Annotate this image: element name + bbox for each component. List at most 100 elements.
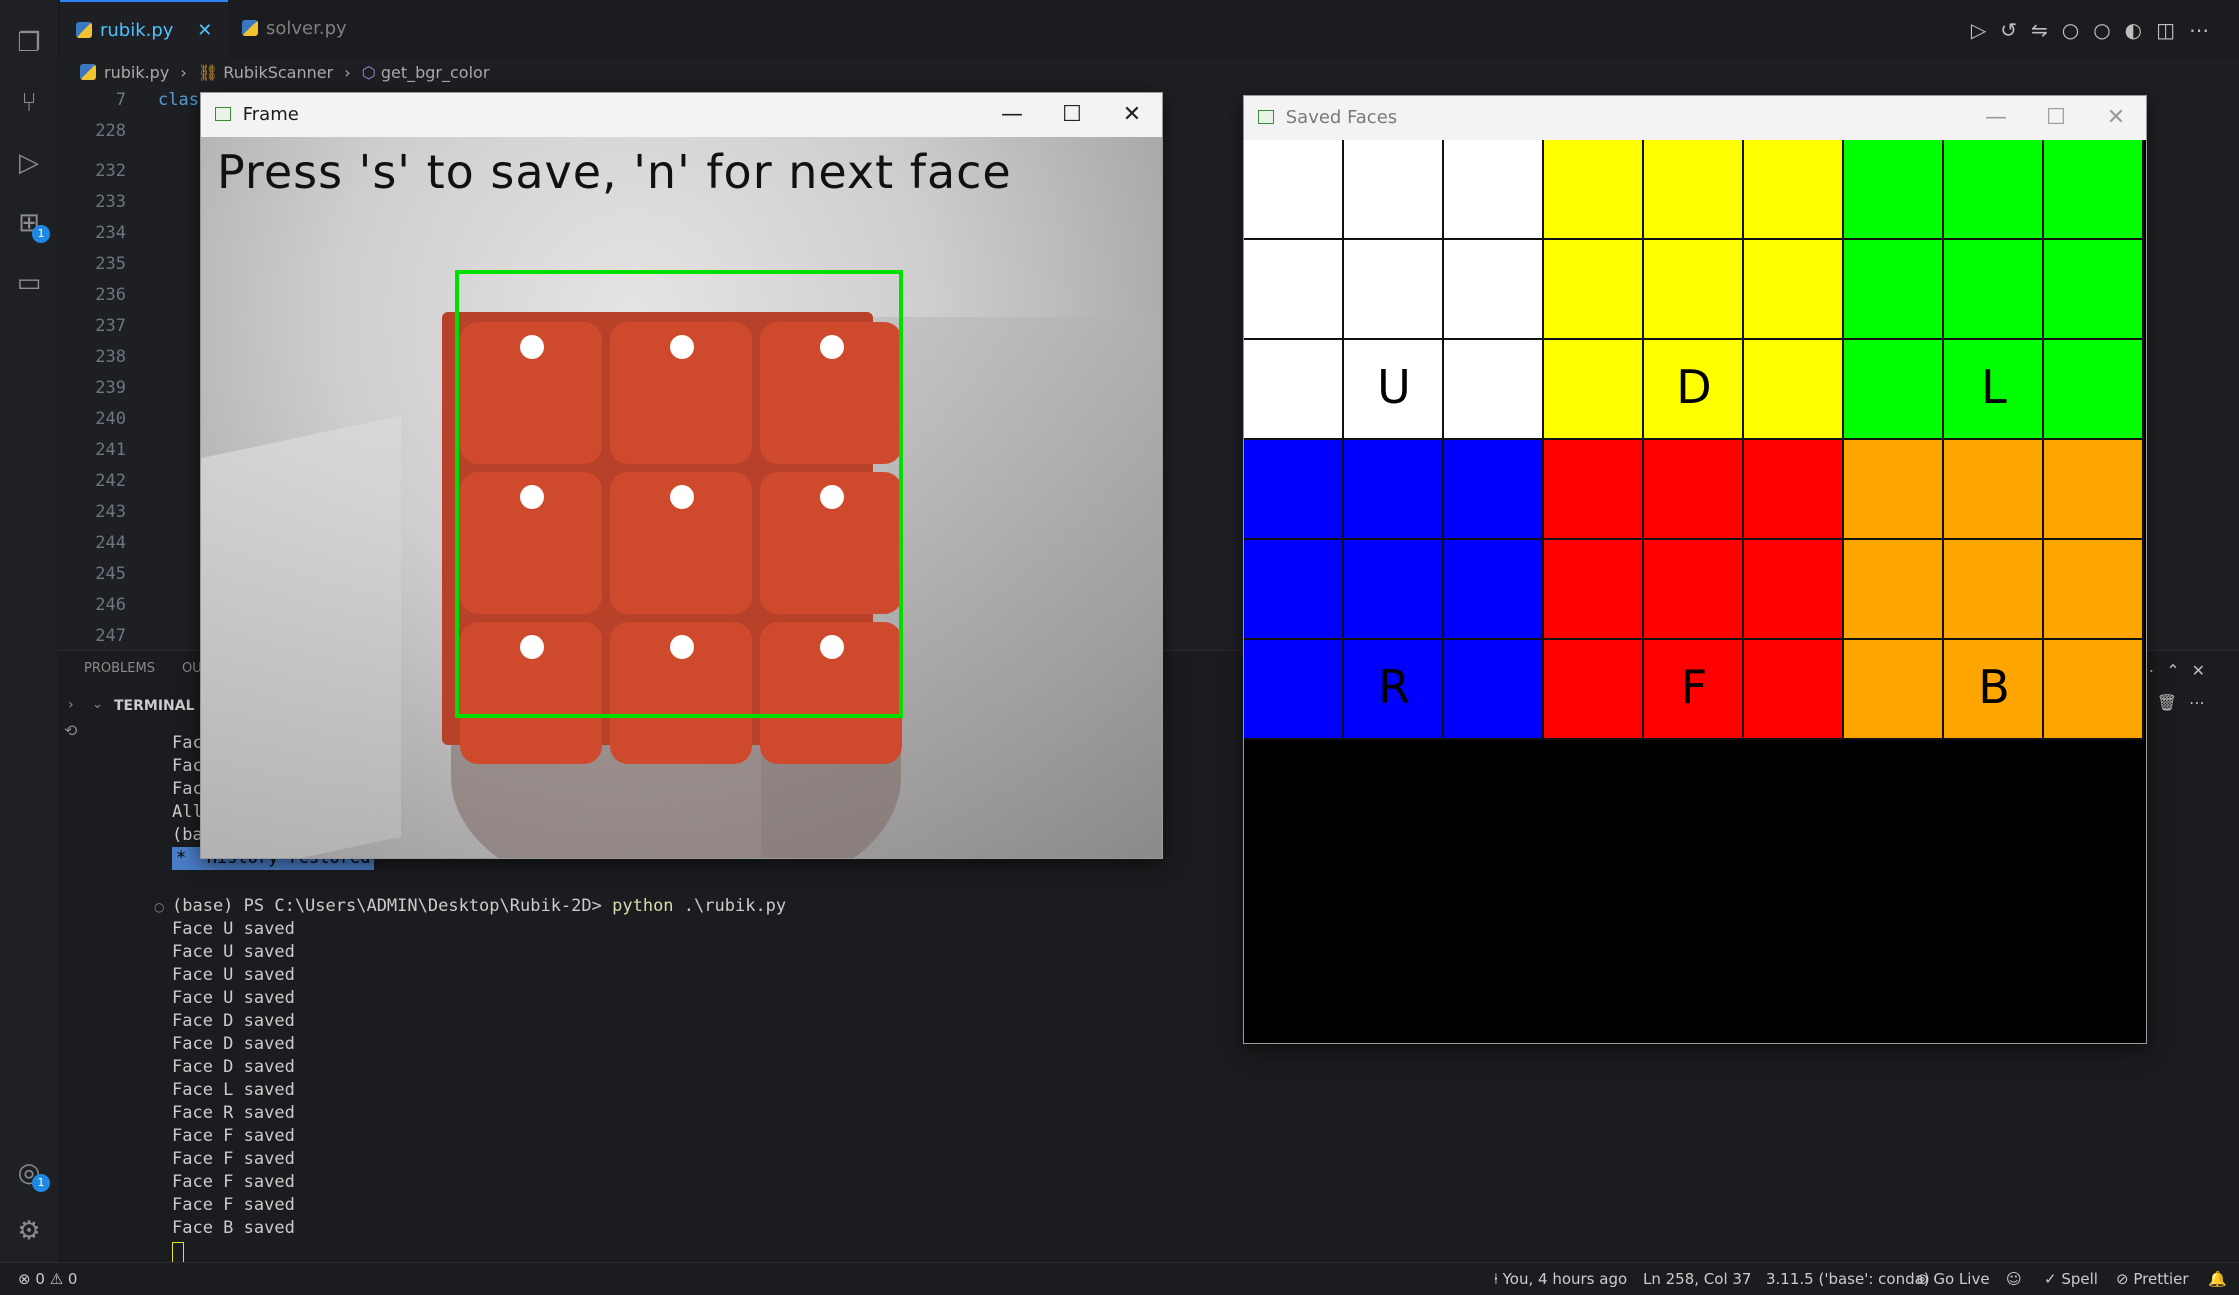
- face-cell: [1244, 140, 1344, 240]
- face-label: F: [1680, 660, 1708, 714]
- notifications-bell-icon[interactable]: 🔔: [2208, 1263, 2227, 1295]
- close-icon[interactable]: ✕: [2086, 96, 2146, 140]
- sample-dot: [820, 635, 844, 659]
- python-interpreter[interactable]: 3.11.5 ('base': conda): [1766, 1263, 1930, 1295]
- maximize-icon[interactable]: ☐: [1042, 93, 1102, 137]
- maximize-icon[interactable]: ☐: [2026, 96, 2086, 140]
- code-fragment[interactable]: clas: [158, 90, 199, 110]
- face-cell: [1244, 440, 1344, 540]
- tab-terminal[interactable]: TERMINAL: [114, 698, 195, 714]
- line-number: 241: [95, 440, 126, 460]
- minimize-icon[interactable]: —: [1966, 96, 2026, 140]
- face-cell: [1644, 440, 1744, 540]
- line-number: 233: [95, 192, 126, 212]
- split-editor-icon[interactable]: ◫: [2156, 18, 2189, 42]
- editor-tab-bar: rubik.py ✕ solver.py ▷↺⇋○○◐◫⋯: [58, 0, 2239, 60]
- compare-icon[interactable]: ⇋: [2031, 18, 2062, 42]
- frame-window[interactable]: Frame — ☐ ✕ Press 's' to save, 'n' for n…: [200, 92, 1163, 859]
- face-cell: [2044, 240, 2144, 340]
- next-change-icon[interactable]: ○: [2093, 18, 2124, 42]
- history-icon[interactable]: ↺: [2000, 18, 2031, 42]
- face-cell: [1744, 340, 1844, 440]
- maximize-panel-icon[interactable]: ⌃: [2166, 661, 2191, 680]
- line-number: 245: [95, 564, 126, 584]
- terminal-line: Face R saved: [172, 1103, 295, 1123]
- sample-dot: [670, 635, 694, 659]
- git-commit-icon: ⍿: [1494, 1270, 1498, 1288]
- chevron-right-icon[interactable]: ›: [68, 697, 74, 713]
- tab-label: solver.py: [266, 18, 347, 39]
- face-cell: [1744, 440, 1844, 540]
- tab-output[interactable]: OU: [182, 661, 202, 676]
- trash-icon[interactable]: 🗑: [2157, 693, 2189, 712]
- line-number: 232: [95, 161, 126, 181]
- breadcrumb-method[interactable]: get_bgr_color: [381, 63, 490, 82]
- face-cell: [1344, 140, 1444, 240]
- terminal-line: Face F saved: [172, 1195, 295, 1215]
- line-number: 236: [95, 285, 126, 305]
- face-cell: [1844, 640, 1944, 740]
- line-number: 239: [95, 378, 126, 398]
- terminal-restore-icon[interactable]: ⟲: [64, 721, 77, 740]
- face-label: U: [1377, 360, 1411, 414]
- tab-close-icon[interactable]: ✕: [197, 20, 212, 41]
- editor-actions: ▷↺⇋○○◐◫⋯: [1971, 18, 2223, 42]
- copilot-icon[interactable]: ☺: [2006, 1263, 2022, 1295]
- check-icon: ✓: [2044, 1270, 2057, 1288]
- terminal-line: Face D saved: [172, 1034, 295, 1054]
- sample-dot: [520, 335, 544, 359]
- go-live[interactable]: ⊚ Go Live: [1916, 1263, 1990, 1295]
- sample-dot: [670, 485, 694, 509]
- more-icon[interactable]: ⋯: [2189, 693, 2217, 712]
- line-number: 238: [95, 347, 126, 367]
- face-cell: [1744, 240, 1844, 340]
- window-title: Frame: [242, 104, 299, 125]
- line-number: 7: [115, 90, 126, 110]
- tab-solver-py[interactable]: solver.py: [226, 0, 363, 58]
- face-cell: [1544, 240, 1644, 340]
- terminal-line: Face U saved: [172, 965, 295, 985]
- face-cell: [1344, 240, 1444, 340]
- terminal-cursor[interactable]: [172, 1242, 184, 1264]
- face-cell: [1944, 140, 2044, 240]
- spell-check[interactable]: ✓ Spell: [2044, 1263, 2098, 1295]
- saved-faces-canvas: U D L R F B: [1244, 140, 2146, 1043]
- terminal-line: Face U saved: [172, 919, 295, 939]
- cursor-position[interactable]: Ln 258, Col 37: [1643, 1263, 1751, 1295]
- close-icon[interactable]: ✕: [1102, 93, 1162, 137]
- saved-faces-window[interactable]: Saved Faces — ☐ ✕ U D L R F B: [1243, 95, 2147, 1044]
- sample-dot: [820, 335, 844, 359]
- comments-icon[interactable]: ▭: [14, 268, 44, 298]
- problems-status[interactable]: ⊗ 0 ⚠ 0: [18, 1263, 77, 1295]
- chevron-down-icon[interactable]: ⌄: [92, 697, 103, 712]
- face-cell: [2044, 340, 2144, 440]
- run-debug-icon[interactable]: ▷: [14, 148, 44, 178]
- line-number: 240: [95, 409, 126, 429]
- prev-change-icon[interactable]: ○: [2062, 18, 2093, 42]
- face-cell: [1844, 340, 1944, 440]
- terminal-line: Face F saved: [172, 1149, 295, 1169]
- breadcrumb-file[interactable]: rubik.py: [104, 63, 169, 82]
- prompt: (base) PS C:\Users\ADMIN\Desktop\Rubik-2…: [172, 896, 602, 916]
- git-blame[interactable]: ⍿ You, 4 hours ago: [1494, 1263, 1627, 1295]
- command-status-icon: ○: [154, 900, 165, 914]
- source-control-icon[interactable]: ⑂: [14, 88, 44, 118]
- tab-rubik-py[interactable]: rubik.py ✕: [60, 0, 229, 60]
- face-cell: [1544, 340, 1644, 440]
- class-icon: ⛓: [197, 63, 219, 82]
- breadcrumb-class[interactable]: RubikScanner: [223, 63, 333, 82]
- terminal-prompt-line: (base) PS C:\Users\ADMIN\Desktop\Rubik-2…: [172, 895, 786, 918]
- prettier[interactable]: ⊘ Prettier: [2116, 1263, 2189, 1295]
- explorer-icon[interactable]: ❐: [14, 28, 44, 58]
- timeline-icon[interactable]: ◐: [2125, 18, 2156, 42]
- minimize-icon[interactable]: —: [982, 93, 1042, 137]
- more-actions-icon[interactable]: ⋯: [2189, 18, 2223, 42]
- sample-dot: [520, 485, 544, 509]
- breadcrumb: rubik.py › ⛓ RubikScanner › ⬡ get_bgr_co…: [80, 58, 489, 88]
- face-cell: [1944, 240, 2044, 340]
- face-cell: [1644, 240, 1744, 340]
- tab-problems[interactable]: PROBLEMS: [84, 661, 155, 676]
- settings-gear-icon[interactable]: ⚙: [14, 1216, 44, 1246]
- run-icon[interactable]: ▷: [1971, 18, 2000, 42]
- close-panel-icon[interactable]: ✕: [2192, 661, 2217, 680]
